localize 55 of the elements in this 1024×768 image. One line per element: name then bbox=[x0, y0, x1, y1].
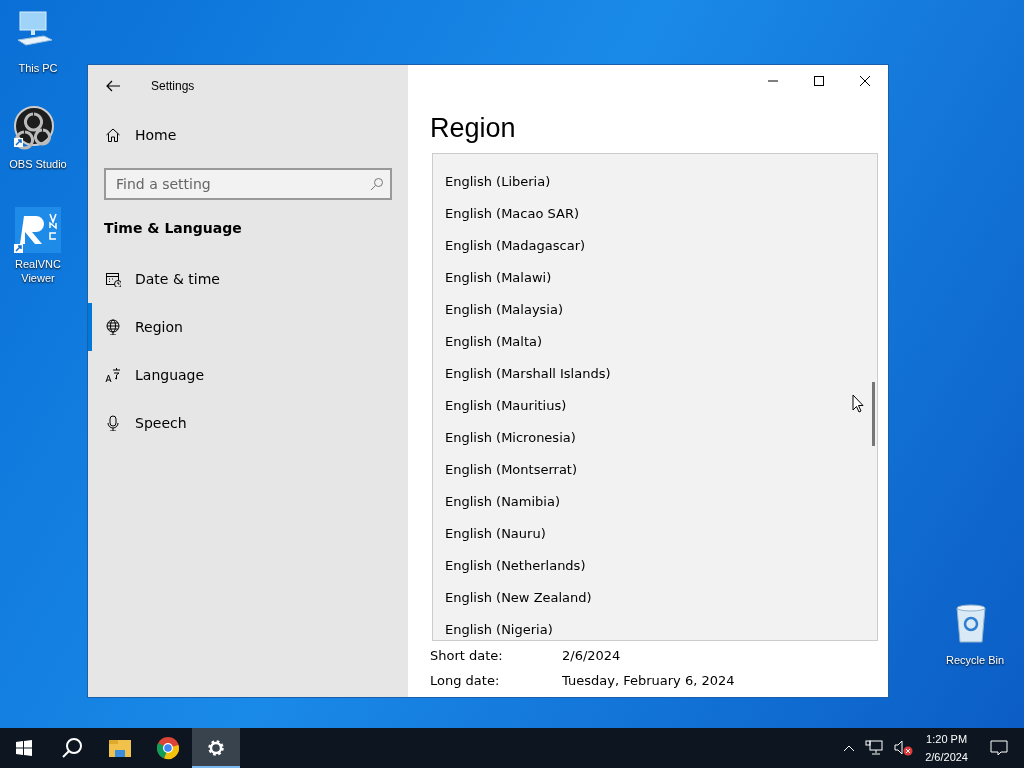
dropdown-option[interactable]: English (Malawi) bbox=[433, 262, 865, 294]
section-heading: Time & Language bbox=[104, 220, 243, 238]
dropdown-option[interactable]: English (Liberia) bbox=[433, 166, 865, 198]
search-icon bbox=[61, 737, 83, 759]
globe-icon bbox=[105, 319, 121, 335]
remote-viewer-icon[interactable] bbox=[14, 206, 62, 254]
language-icon bbox=[105, 367, 121, 383]
format-label: Long date: bbox=[430, 673, 501, 688]
dropdown-option[interactable]: English (Mauritius) bbox=[433, 390, 865, 422]
dropdown-option[interactable]: English (Nauru) bbox=[433, 518, 865, 550]
muted-speaker-icon[interactable] bbox=[893, 740, 914, 756]
gear-icon bbox=[206, 738, 226, 758]
clock[interactable]: 1:20 PM 2/6/2024 bbox=[925, 730, 968, 766]
desktop-icon-label[interactable]: This PC bbox=[18, 61, 58, 75]
dropdown-option[interactable]: English (New Zealand) bbox=[433, 582, 865, 614]
desktop-icon-label[interactable]: OBS Studio bbox=[9, 157, 67, 171]
dropdown-option[interactable]: English (Montserrat) bbox=[433, 454, 865, 486]
browser-icon bbox=[156, 736, 180, 760]
dropdown-option[interactable]: English (Madagascar) bbox=[433, 230, 865, 262]
close-icon[interactable] bbox=[859, 75, 871, 87]
microphone-icon bbox=[105, 415, 121, 431]
format-label: Short date: bbox=[430, 648, 504, 663]
dropdown-option[interactable]: English (Macao SAR) bbox=[433, 198, 865, 230]
notification-icon[interactable] bbox=[990, 739, 1008, 757]
dropdown-option[interactable]: English (Nigeria) bbox=[433, 614, 865, 640]
scrollbar-thumb[interactable] bbox=[872, 382, 875, 446]
dropdown-option[interactable]: English (Micronesia) bbox=[433, 422, 865, 454]
dropdown-option[interactable]: English (Netherlands) bbox=[433, 550, 865, 582]
home-link[interactable]: Home bbox=[105, 123, 408, 147]
taskbar-button[interactable] bbox=[192, 728, 240, 768]
nav-item[interactable]: Speech bbox=[88, 399, 408, 447]
page-heading: Region bbox=[430, 113, 517, 144]
dropdown-option[interactable]: English (Malaysia) bbox=[433, 294, 865, 326]
desktop-icon-label[interactable]: RealVNC Viewer bbox=[0, 257, 76, 285]
chevron-up-icon[interactable] bbox=[843, 744, 856, 752]
format-value: Tuesday, February 6, 2024 bbox=[562, 673, 735, 688]
dropdown-option[interactable]: English (Marshall Islands) bbox=[433, 358, 865, 390]
search-icon[interactable] bbox=[370, 177, 384, 191]
nav-item[interactable]: Region bbox=[88, 303, 408, 351]
window-title: Settings bbox=[151, 79, 195, 93]
search-field[interactable]: Find a setting bbox=[104, 168, 392, 200]
desktop-icon-label[interactable]: Recycle Bin bbox=[945, 653, 1005, 667]
network-icon[interactable] bbox=[865, 740, 884, 756]
nav-item[interactable]: Language bbox=[88, 351, 408, 399]
dropdown-option[interactable]: English (Namibia) bbox=[433, 486, 865, 518]
back-arrow-icon[interactable] bbox=[105, 78, 121, 94]
mouse-pointer-icon bbox=[852, 394, 864, 413]
windows-logo-icon bbox=[16, 740, 32, 756]
maximize-icon[interactable] bbox=[813, 75, 825, 87]
calendar-clock-icon bbox=[105, 271, 121, 287]
nav-item[interactable]: Date & time bbox=[88, 255, 408, 303]
home-icon bbox=[105, 127, 121, 143]
format-value: 2/6/2024 bbox=[562, 648, 621, 663]
folder-icon bbox=[108, 738, 132, 758]
dropdown-option[interactable]: English (Malta) bbox=[433, 326, 865, 358]
